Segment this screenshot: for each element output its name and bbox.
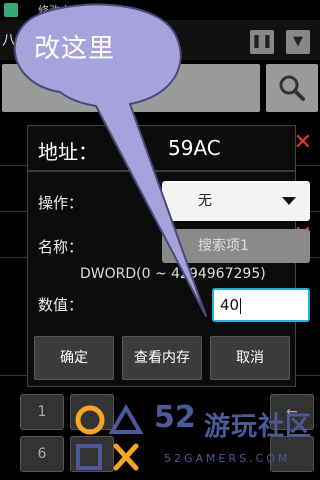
value-text: 40: [220, 296, 240, 314]
collapse-icon[interactable]: ▼: [286, 30, 310, 54]
confirm-button[interactable]: 确定: [34, 336, 114, 380]
value-label: 数值：: [38, 296, 84, 314]
key-6[interactable]: 6: [20, 436, 64, 472]
operation-select[interactable]: 无: [162, 181, 310, 221]
operation-value: 无: [198, 193, 212, 209]
type-hint: DWORD(0 ~ 4294967295): [80, 266, 266, 282]
app-title: 八: [2, 33, 16, 49]
dialog-title-row: 地址： 59AC: [28, 126, 295, 172]
search-button[interactable]: [266, 64, 318, 112]
gamepad-logo-icon: [75, 404, 144, 471]
address-value: 59AC: [168, 136, 221, 160]
app-icon: [4, 3, 18, 17]
dialog-title: 地址：: [38, 140, 98, 164]
key-1[interactable]: 1: [20, 394, 64, 430]
name-label: 名称：: [38, 238, 84, 256]
search-icon: [279, 75, 305, 101]
watermark-text: 游玩社区: [204, 412, 313, 442]
dialog-buttons: 确定 查看内存 取消: [28, 334, 295, 384]
edit-value-dialog: 地址： 59AC 操作： 无 名称： 搜索项1 DWORD(0 ~ 429496…: [27, 125, 310, 387]
cancel-button[interactable]: 取消: [210, 336, 290, 380]
search-field[interactable]: [2, 64, 260, 112]
view-memory-button[interactable]: 查看内存: [122, 336, 202, 380]
status-title: 修改内存数据: [38, 4, 104, 17]
text-caret: [240, 297, 242, 314]
name-field[interactable]: 搜索项1: [162, 229, 310, 263]
site-watermark: 52 游玩社区 52GAMERS.COM: [72, 400, 320, 480]
watermark-url: 52GAMERS.COM: [164, 452, 291, 465]
remove-icon[interactable]: ✕: [294, 132, 312, 154]
app-bar: 八 ❚❚ ▼: [0, 20, 320, 60]
value-field[interactable]: 40: [212, 288, 310, 322]
watermark-number: 52: [154, 400, 196, 435]
status-bar: 修改内存数据: [0, 0, 320, 20]
operation-label: 操作：: [38, 194, 84, 212]
chevron-down-icon: [282, 197, 296, 205]
pause-icon[interactable]: ❚❚: [250, 30, 274, 54]
search-row: [0, 62, 320, 116]
